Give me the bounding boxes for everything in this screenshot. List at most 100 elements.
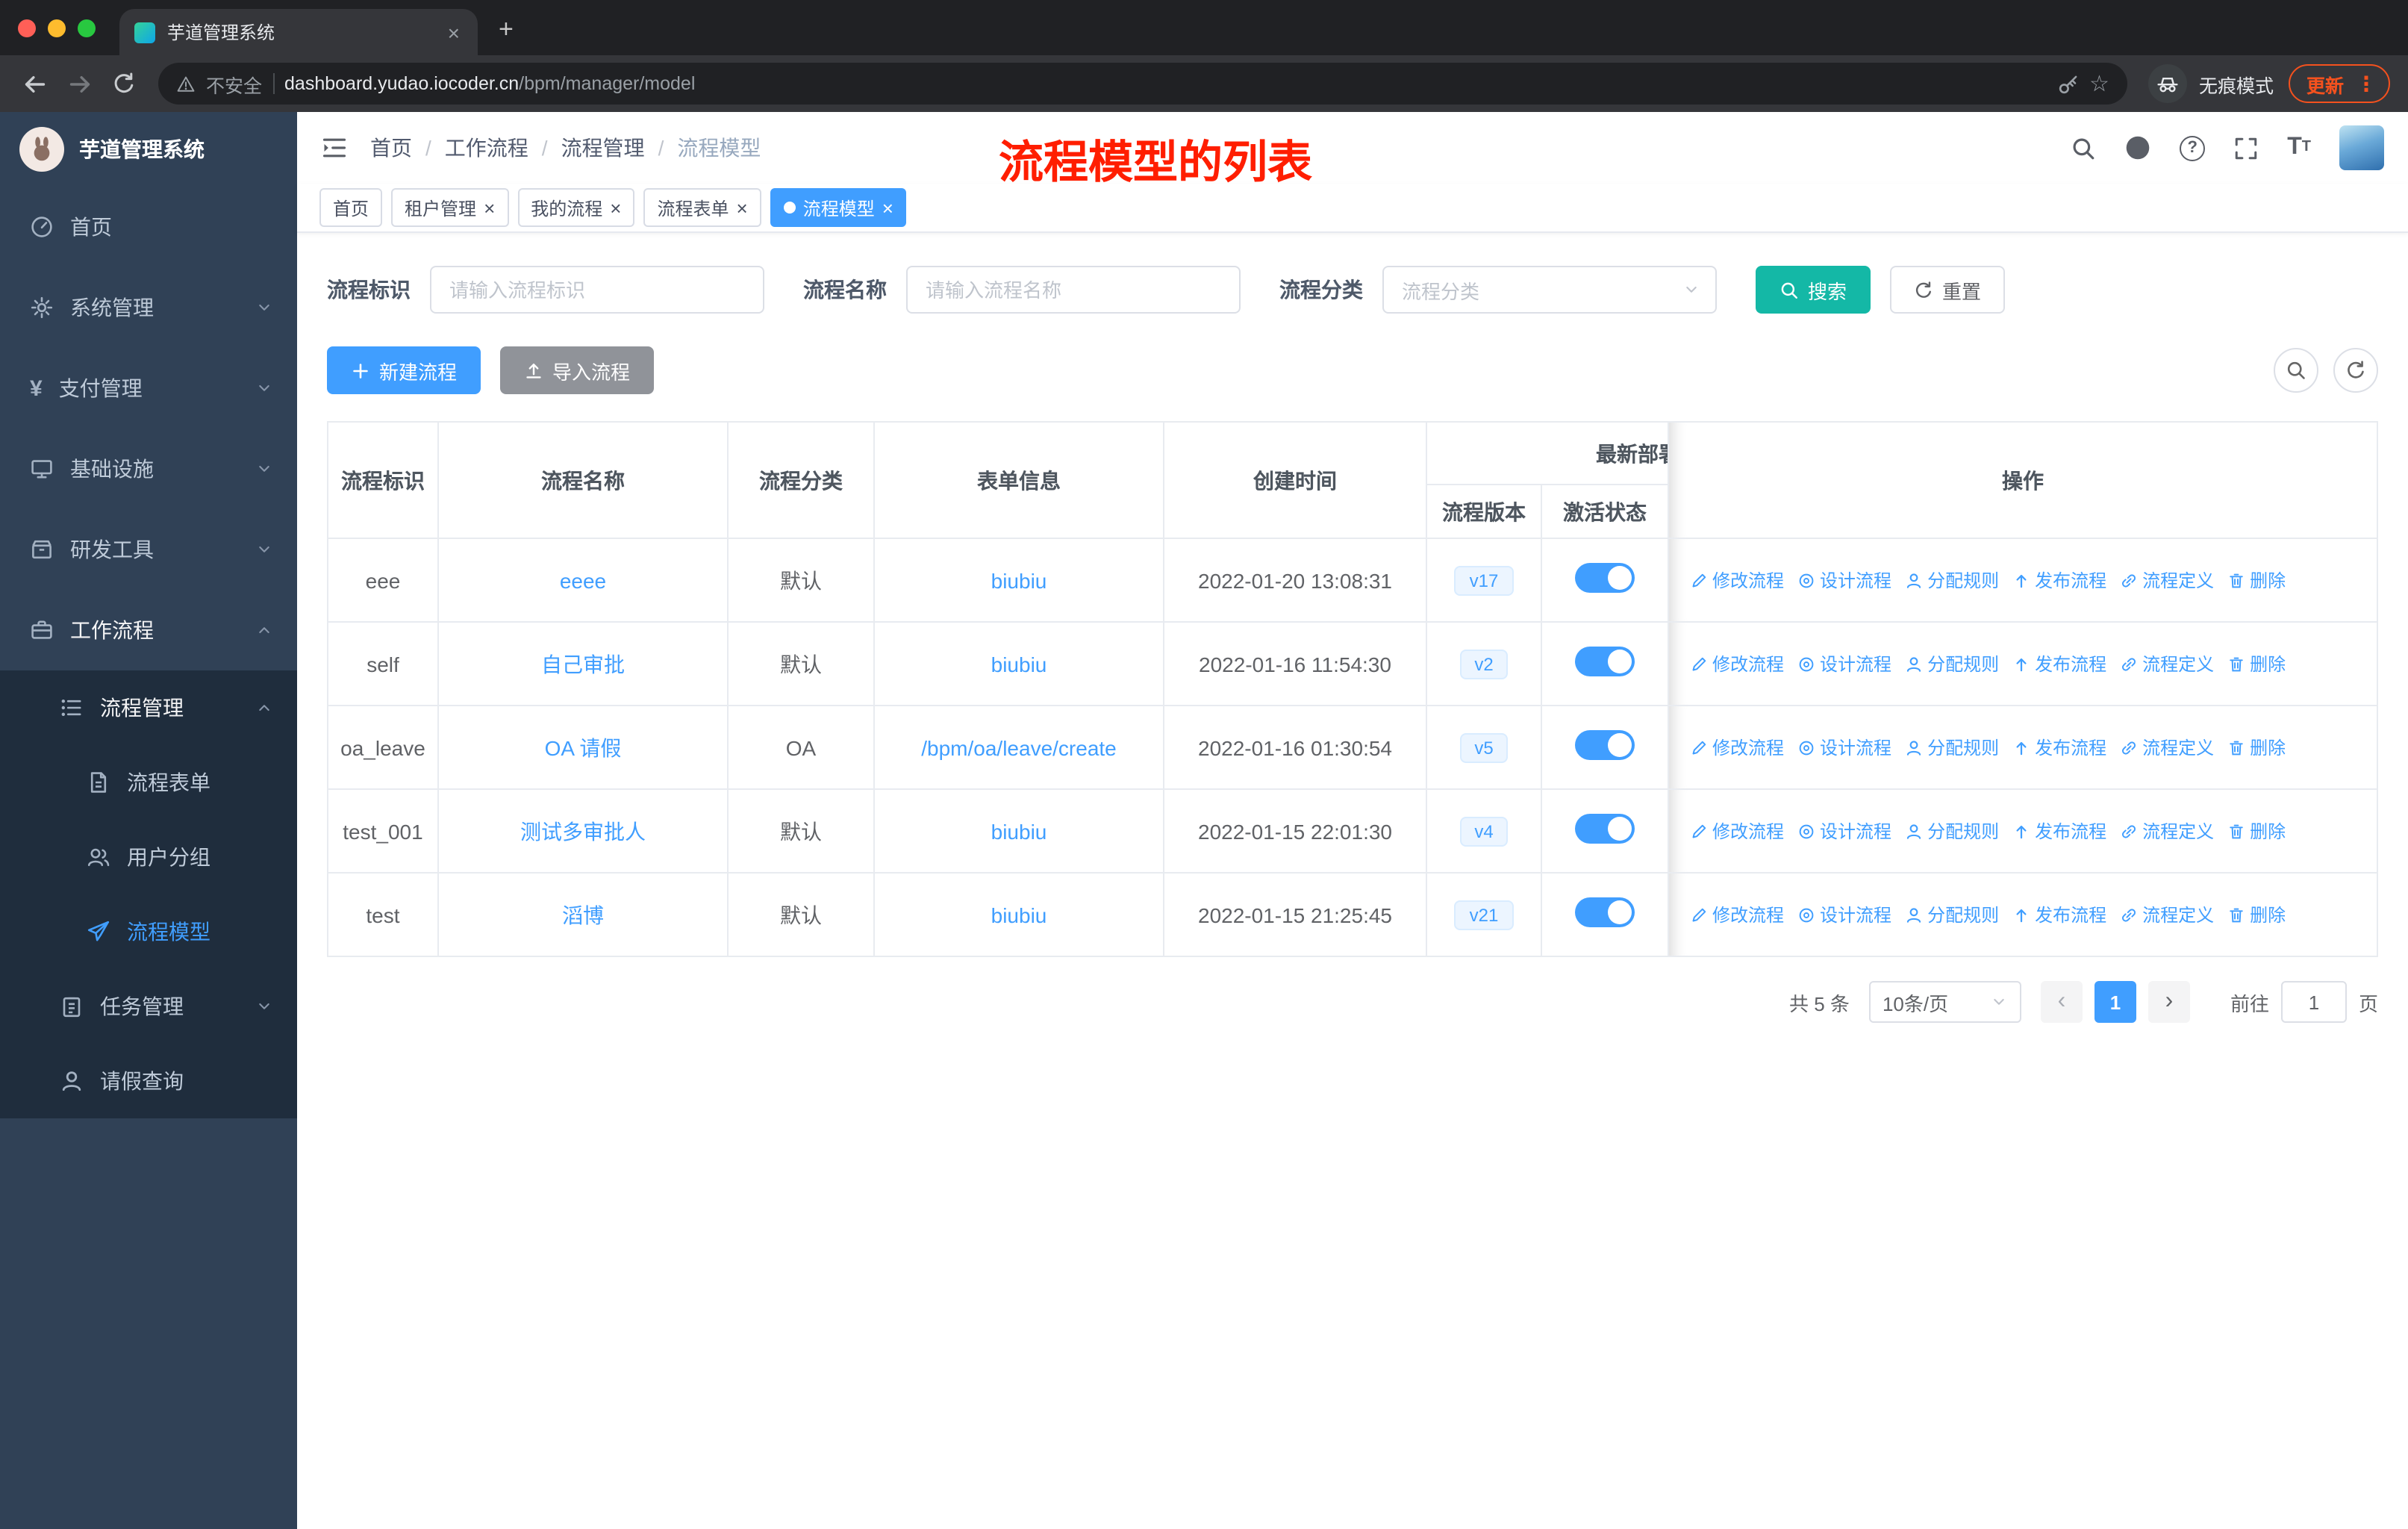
action-assign-link[interactable]: 分配规则 — [1905, 567, 1999, 593]
url-text[interactable]: dashboard.yudao.iocoder.cn/bpm/manager/m… — [284, 73, 2046, 94]
back-button[interactable] — [12, 61, 57, 106]
sidebar-item-user-group[interactable]: 用户分组 — [0, 820, 297, 894]
action-assign-link[interactable]: 分配规则 — [1905, 902, 1999, 927]
next-page-button[interactable]: › — [2147, 981, 2190, 1023]
tab-close-icon[interactable]: × — [445, 20, 463, 44]
tag-my-process[interactable]: 我的流程 × — [517, 188, 635, 227]
reset-button[interactable]: 重置 — [1890, 266, 2006, 314]
action-design-link[interactable]: 设计流程 — [1797, 902, 1891, 927]
security-label[interactable]: 不安全 — [206, 69, 262, 98]
active-toggle[interactable] — [1575, 730, 1635, 760]
process-name-input[interactable] — [906, 266, 1241, 314]
sidebar-item-task-mgmt[interactable]: 任务管理 — [0, 969, 297, 1044]
tag-process-model[interactable]: 流程模型 × — [770, 188, 907, 227]
refresh-table-button[interactable] — [2333, 348, 2378, 393]
action-modify-link[interactable]: 修改流程 — [1690, 818, 1784, 844]
action-modify-link[interactable]: 修改流程 — [1690, 651, 1784, 676]
form-info-link[interactable]: /bpm/oa/leave/create — [921, 735, 1117, 759]
action-design-link[interactable]: 设计流程 — [1797, 735, 1891, 760]
fullscreen-icon[interactable] — [2233, 135, 2259, 161]
active-toggle[interactable] — [1575, 897, 1635, 927]
action-assign-link[interactable]: 分配规则 — [1905, 735, 1999, 760]
action-delete-link[interactable]: 删除 — [2227, 567, 2286, 593]
action-design-link[interactable]: 设计流程 — [1797, 567, 1891, 593]
action-assign-link[interactable]: 分配规则 — [1905, 651, 1999, 676]
page-number-1[interactable]: 1 — [2094, 981, 2136, 1023]
hamburger-icon[interactable] — [321, 134, 348, 161]
password-key-icon[interactable] — [2056, 72, 2079, 95]
window-close-button[interactable] — [18, 19, 36, 37]
action-modify-link[interactable]: 修改流程 — [1690, 567, 1784, 593]
action-definition-link[interactable]: 流程定义 — [2120, 651, 2214, 676]
help-icon[interactable]: ? — [2180, 135, 2206, 161]
search-button[interactable]: 搜索 — [1756, 266, 1871, 314]
tag-close-icon[interactable]: × — [882, 198, 893, 217]
model-name-link[interactable]: 滔博 — [562, 903, 604, 927]
browser-menu-icon[interactable]: ⋮ — [2351, 71, 2381, 96]
action-publish-link[interactable]: 发布流程 — [2012, 567, 2106, 593]
sidebar-item-process-model[interactable]: 流程模型 — [0, 894, 297, 969]
window-zoom-button[interactable] — [78, 19, 96, 37]
bookmark-star-icon[interactable]: ☆ — [2089, 70, 2109, 97]
model-name-link[interactable]: eeee — [560, 568, 606, 592]
sidebar-item-leave-query[interactable]: 请假查询 — [0, 1044, 297, 1118]
action-modify-link[interactable]: 修改流程 — [1690, 902, 1784, 927]
sidebar-item-devtools[interactable]: 研发工具 — [0, 509, 297, 590]
browser-update-button[interactable]: 更新 ⋮ — [2288, 64, 2390, 103]
active-toggle[interactable] — [1575, 647, 1635, 676]
action-delete-link[interactable]: 删除 — [2227, 651, 2286, 676]
active-toggle[interactable] — [1575, 814, 1635, 844]
show-search-button[interactable] — [2274, 348, 2318, 393]
breadcrumb-home[interactable]: 首页 — [370, 133, 412, 163]
sidebar-item-process-mgmt[interactable]: 流程管理 — [0, 670, 297, 745]
sidebar-item-system[interactable]: 系统管理 — [0, 267, 297, 348]
tag-close-icon[interactable]: × — [484, 198, 495, 217]
import-process-button[interactable]: 导入流程 — [500, 346, 655, 394]
model-name-link[interactable]: 自己审批 — [541, 652, 625, 676]
action-publish-link[interactable]: 发布流程 — [2012, 735, 2106, 760]
sidebar-item-payment[interactable]: ¥ 支付管理 — [0, 348, 297, 429]
action-definition-link[interactable]: 流程定义 — [2120, 818, 2214, 844]
page-size-select[interactable]: 10条/页 — [1868, 981, 2021, 1023]
form-info-link[interactable]: biubiu — [991, 652, 1047, 676]
browser-tab[interactable]: 芋道管理系统 × — [119, 9, 478, 55]
window-minimize-button[interactable] — [48, 19, 66, 37]
tag-tenant[interactable]: 租户管理 × — [391, 188, 509, 227]
process-id-input[interactable] — [430, 266, 764, 314]
search-icon[interactable] — [2071, 135, 2096, 161]
action-delete-link[interactable]: 删除 — [2227, 818, 2286, 844]
action-design-link[interactable]: 设计流程 — [1797, 818, 1891, 844]
reload-button[interactable] — [102, 61, 146, 106]
action-publish-link[interactable]: 发布流程 — [2012, 651, 2106, 676]
url-bar[interactable]: 不安全 dashboard.yudao.iocoder.cn/bpm/manag… — [158, 63, 2127, 105]
user-avatar[interactable] — [2339, 125, 2384, 170]
form-info-link[interactable]: biubiu — [991, 819, 1047, 843]
action-delete-link[interactable]: 删除 — [2227, 902, 2286, 927]
goto-page-input[interactable] — [2280, 981, 2347, 1023]
sidebar-item-process-form[interactable]: 流程表单 — [0, 745, 297, 820]
action-definition-link[interactable]: 流程定义 — [2120, 902, 2214, 927]
tag-close-icon[interactable]: × — [610, 198, 621, 217]
breadcrumb-workflow[interactable]: 工作流程 — [445, 133, 528, 163]
create-process-button[interactable]: 新建流程 — [327, 346, 481, 394]
forward-button[interactable] — [57, 61, 102, 106]
form-info-link[interactable]: biubiu — [991, 568, 1047, 592]
model-name-link[interactable]: OA 请假 — [545, 735, 622, 759]
action-publish-link[interactable]: 发布流程 — [2012, 902, 2106, 927]
sidebar-item-home[interactable]: 首页 — [0, 187, 297, 267]
action-definition-link[interactable]: 流程定义 — [2120, 567, 2214, 593]
tag-close-icon[interactable]: × — [737, 198, 748, 217]
prev-page-button[interactable]: ‹ — [2040, 981, 2083, 1023]
form-info-link[interactable]: biubiu — [991, 903, 1047, 927]
github-icon[interactable] — [2124, 134, 2151, 161]
action-definition-link[interactable]: 流程定义 — [2120, 735, 2214, 760]
font-size-icon[interactable]: TT — [2287, 135, 2311, 160]
sidebar-item-infra[interactable]: 基础设施 — [0, 429, 297, 509]
category-select[interactable]: 流程分类 — [1382, 266, 1717, 314]
active-toggle[interactable] — [1575, 563, 1635, 593]
breadcrumb-process-mgmt[interactable]: 流程管理 — [561, 133, 645, 163]
tag-home[interactable]: 首页 — [319, 188, 383, 227]
tag-process-form[interactable]: 流程表单 × — [643, 188, 761, 227]
model-name-link[interactable]: 测试多审批人 — [520, 819, 646, 843]
sidebar-item-workflow[interactable]: 工作流程 — [0, 590, 297, 670]
